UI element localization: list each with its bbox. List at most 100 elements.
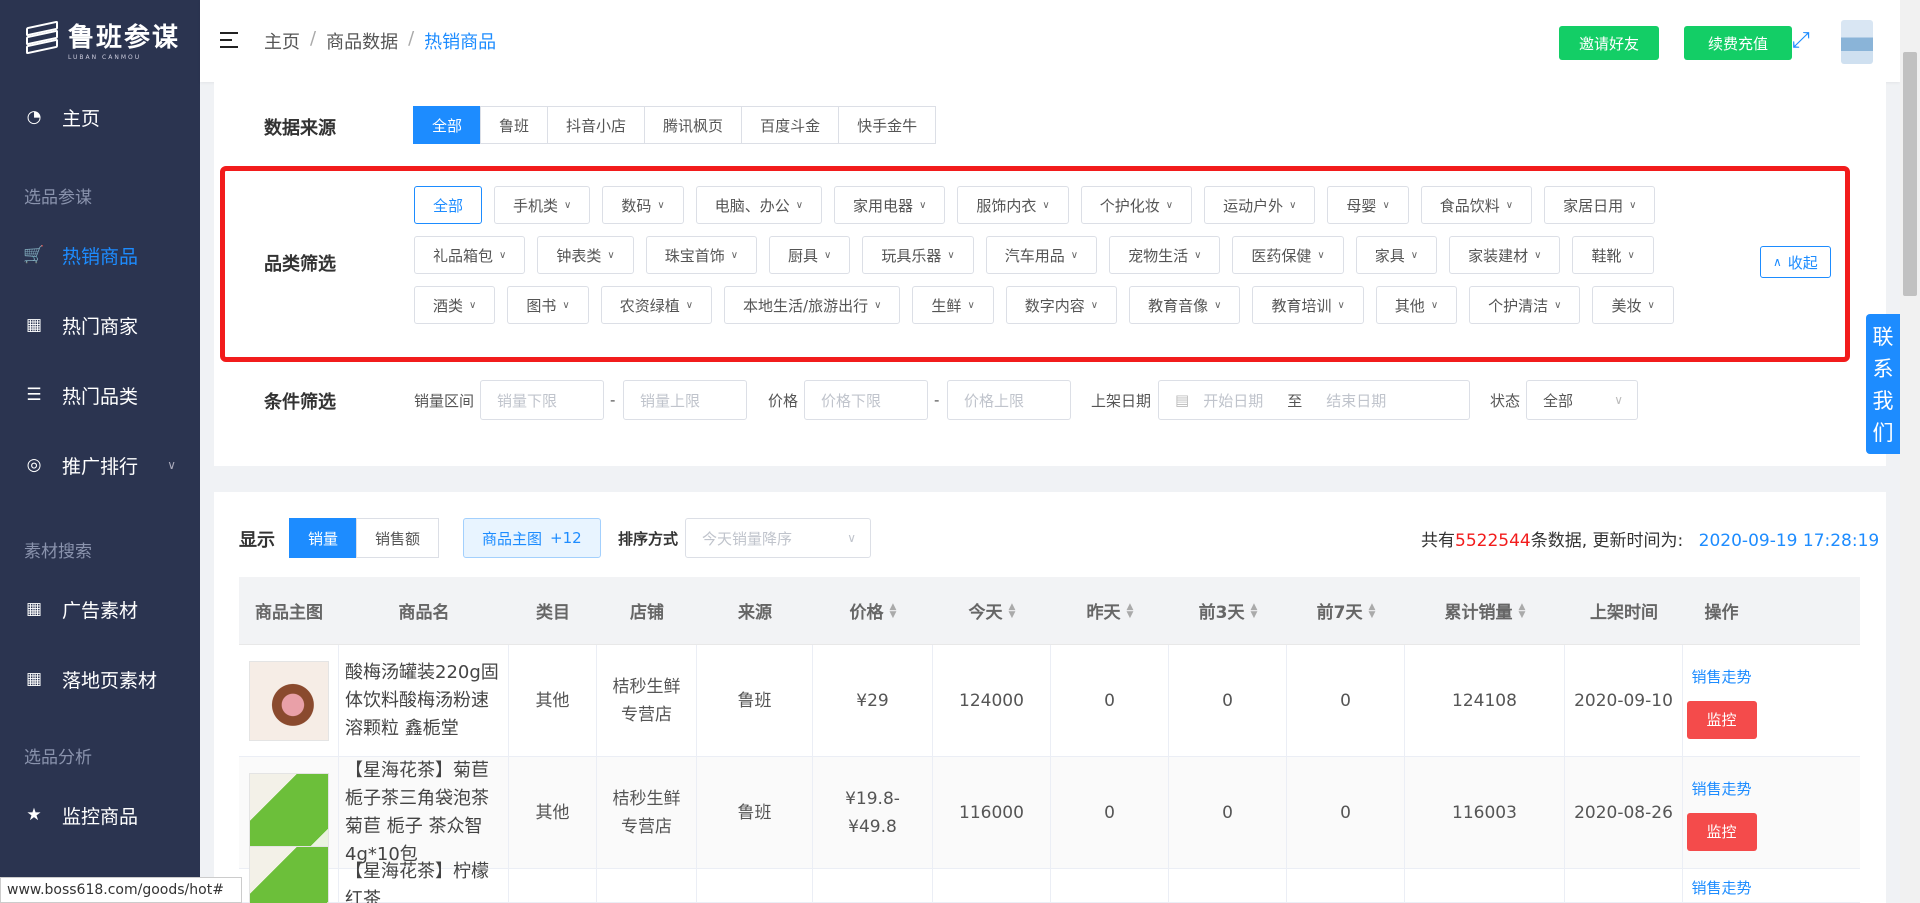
category-chip[interactable]: 本地生活/旅游出行 ∨ [724, 286, 901, 324]
recharge-button[interactable]: 续费充值 [1684, 26, 1793, 60]
column-header[interactable]: 前7天 ▲ ▼ [1287, 598, 1405, 623]
source-option[interactable]: 全部 [413, 106, 482, 144]
monitor-button[interactable]: 监控 [1686, 700, 1757, 739]
sales-trend-link[interactable]: 销售走势 [1691, 874, 1751, 902]
category-chip[interactable]: 运动户外 ∨ [1204, 186, 1316, 224]
source-option[interactable]: 抖音小店 [547, 106, 646, 144]
category-chip[interactable]: 宠物生活 ∨ [1109, 236, 1221, 274]
category-chip[interactable]: 酒类 ∨ [414, 286, 496, 324]
source-option[interactable]: 腾讯枫页 [644, 106, 743, 144]
price-min-input[interactable]: 价格下限 [804, 380, 928, 420]
contact-char: 我 [1872, 389, 1894, 413]
sidebar-item-monitor[interactable]: ★ 监控商品 [0, 780, 200, 850]
category-chip[interactable]: 家用电器 ∨ [834, 186, 946, 224]
column-header[interactable]: 前3天 ▲ ▼ [1169, 598, 1287, 623]
sales-range-label: 销量区间 [414, 391, 475, 410]
sort-select[interactable]: 今天销量降序 ∨ [685, 518, 871, 558]
tab-sales[interactable]: 销量 [289, 518, 358, 558]
category-chip[interactable]: 其他 ∨ [1375, 286, 1458, 324]
category-chip[interactable]: 农资绿植 ∨ [600, 286, 713, 324]
category-chip[interactable]: 个护清洁 ∨ [1469, 286, 1581, 324]
date-end[interactable]: 结束日期 [1326, 390, 1386, 411]
chevron-down-icon: ∨ [1647, 299, 1655, 311]
category-chip[interactable]: 礼品箱包 ∨ [414, 236, 526, 274]
status-select[interactable]: 全部 ∨ [1526, 380, 1638, 420]
sidebar-item-landing-material[interactable]: ▦ 落地页素材 [0, 644, 200, 714]
sort-icon[interactable]: ▲ ▼ [1519, 602, 1526, 619]
sidebar-item-hot-categories[interactable]: ☰ 热门品类 [0, 360, 200, 430]
main-image-button[interactable]: 商品主图 +12 [463, 518, 601, 558]
avatar[interactable] [1841, 20, 1873, 64]
category-chip[interactable]: 钟表类 ∨ [537, 236, 634, 274]
table-row: 【星海花茶】柠檬红茶 销售走势 [239, 845, 1860, 903]
sales-min-input[interactable]: 销量下限 [480, 380, 604, 420]
column-header[interactable]: 价格 ▲ ▼ [813, 598, 933, 623]
category-chip[interactable]: 母婴 ∨ [1327, 186, 1409, 224]
category-chip[interactable]: 珠宝首饰 ∨ [645, 236, 758, 274]
product-name[interactable]: 【星海花茶】柠檬红茶 [339, 861, 509, 903]
category-chip[interactable]: 服饰内衣 ∨ [957, 186, 1069, 224]
sales-trend-link[interactable]: 销售走势 [1691, 775, 1751, 803]
category-chip[interactable]: 食品饮料 ∨ [1420, 186, 1533, 224]
invite-friends-button[interactable]: 邀请好友 [1559, 26, 1660, 60]
category-chip[interactable]: 全部 [414, 186, 483, 224]
sidebar-item-home[interactable]: ◔ 主页 [0, 78, 200, 156]
product-image-cell [239, 645, 339, 756]
menu-toggle-icon[interactable] [220, 32, 242, 50]
category-chip[interactable]: 电脑、办公 ∨ [695, 186, 823, 224]
column-header[interactable]: 今天 ▲ ▼ [933, 598, 1051, 623]
date-start[interactable]: 开始日期 [1203, 390, 1263, 411]
sidebar-item-hot-shops[interactable]: ▦ 热门商家 [0, 290, 200, 360]
date-range-picker[interactable]: ▤ 开始日期 至 结束日期 [1158, 380, 1470, 420]
category-chip-label: 个护清洁 [1488, 296, 1549, 315]
category-chip[interactable]: 教育音像 ∨ [1129, 286, 1241, 324]
source-option[interactable]: 鲁班 [480, 106, 549, 144]
table-row: 酸梅汤罐装220g固体饮料酸梅汤粉速溶颗粒 鑫栀堂 其他 桔秒生鲜专营店 鲁班 ¥29 1… [239, 645, 1860, 757]
product-image[interactable] [248, 845, 329, 903]
product-image[interactable] [248, 772, 329, 853]
contact-us-tab[interactable]: 联 系 我 们 [1866, 314, 1900, 454]
source-option[interactable]: 快手金牛 [838, 106, 937, 144]
scrollbar[interactable] [1900, 0, 1920, 903]
category-chip[interactable]: 鞋靴 ∨ [1572, 236, 1654, 274]
category-chip[interactable]: 生鲜 ∨ [912, 286, 994, 324]
price-max-input[interactable]: 价格上限 [947, 380, 1071, 420]
column-header[interactable]: 昨天 ▲ ▼ [1051, 598, 1169, 623]
category-chip[interactable]: 家具 ∨ [1355, 236, 1438, 274]
category-chip[interactable]: 数字内容 ∨ [1005, 286, 1118, 324]
category-chip[interactable]: 厨具 ∨ [769, 236, 851, 274]
sort-icon[interactable]: ▲ ▼ [1250, 602, 1257, 619]
chevron-down-icon: ∨ [847, 531, 856, 545]
sidebar-item-hot-goods[interactable]: 🛒 热销商品 [0, 220, 200, 290]
source-option[interactable]: 百度斗金 [741, 106, 840, 144]
category-chip[interactable]: 汽车用品 ∨ [985, 236, 1098, 274]
sort-icon[interactable]: ▲ ▼ [1368, 602, 1375, 619]
fullscreen-icon[interactable]: ⤢ [1792, 28, 1810, 53]
sidebar-item-promo-rank[interactable]: ◎ 推广排行 ∨ [0, 430, 200, 500]
category-chip[interactable]: 玩具乐器 ∨ [862, 236, 974, 274]
breadcrumb-goods-data[interactable]: 商品数据 [326, 28, 398, 54]
monitor-button[interactable]: 监控 [1686, 812, 1757, 851]
category-chip[interactable]: 图书 ∨ [507, 286, 589, 324]
sales-max-input[interactable]: 销量上限 [623, 380, 747, 420]
category-chip[interactable]: 家装建材 ∨ [1449, 236, 1561, 274]
category-chip[interactable]: 个护化妆 ∨ [1080, 186, 1193, 224]
category-chip[interactable]: 教育培训 ∨ [1252, 286, 1364, 324]
sales-trend-link[interactable]: 销售走势 [1691, 663, 1751, 691]
product-image[interactable] [248, 660, 329, 741]
column-header[interactable]: 累计销量 ▲ ▼ [1405, 598, 1565, 623]
sort-icon[interactable]: ▲ ▼ [890, 602, 897, 619]
category-chip[interactable]: 手机类 ∨ [494, 186, 591, 224]
collapse-button[interactable]: ∧ 收起 [1760, 246, 1831, 278]
category-chip[interactable]: 美妆 ∨ [1592, 286, 1674, 324]
category-chip[interactable]: 数码 ∨ [602, 186, 684, 224]
tab-amount[interactable]: 销售额 [356, 518, 440, 558]
breadcrumb-home[interactable]: 主页 [264, 28, 300, 54]
sort-icon[interactable]: ▲ ▼ [1009, 602, 1016, 619]
sort-icon[interactable]: ▲ ▼ [1127, 602, 1134, 619]
product-name[interactable]: 酸梅汤罐装220g固体饮料酸梅汤粉速溶颗粒 鑫栀堂 [339, 645, 509, 756]
category-chip[interactable]: 家居日用 ∨ [1544, 186, 1656, 224]
sidebar-item-ad-material[interactable]: ▦ 广告素材 [0, 574, 200, 644]
product-name[interactable]: 【星海花茶】菊苣栀子茶三角袋泡茶 菊苣 栀子 茶众智 4g*10包 [339, 757, 509, 868]
category-chip[interactable]: 医药保健 ∨ [1232, 236, 1344, 274]
